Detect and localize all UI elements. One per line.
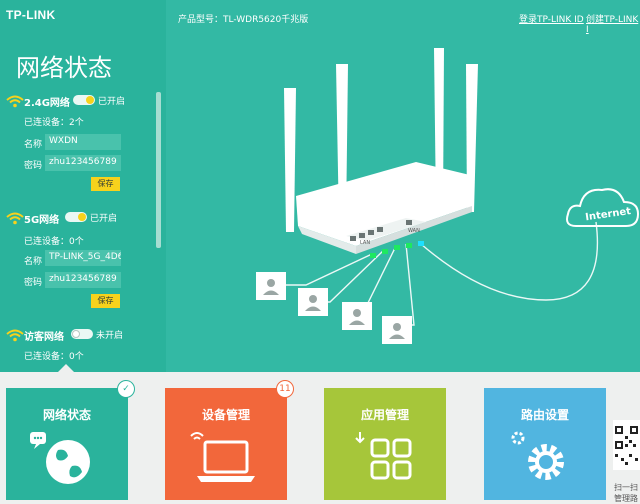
device-count-badge: 11 (276, 380, 294, 398)
lan-label: LAN (360, 240, 370, 246)
router-body (296, 162, 474, 254)
wifi-5g-name: 5G网络 (24, 215, 60, 226)
tile-title: 路由设置 (520, 408, 569, 422)
tile-title: 网络状态 (42, 408, 91, 422)
wifi-5g-toggle-label: 已开启 (90, 214, 118, 224)
gear-icon (511, 431, 564, 480)
create-tplink-id-link[interactable]: 创建TP-LINK I (586, 12, 640, 35)
panel-title: 网络状态 (16, 54, 112, 82)
wifi-5g-name-label: 名称 (24, 257, 43, 267)
network-status-panel: TP-LINK 网络状态 2.4G网络 已开启 已连设备：2个 名称 WXDN … (0, 0, 166, 372)
wifi-icon (6, 95, 24, 108)
tile-title: 设备管理 (201, 408, 250, 422)
client-device-2[interactable] (298, 288, 328, 316)
wifi-24g-name-label: 名称 (24, 140, 43, 150)
wifi-24g-name: 2.4G网络 (24, 98, 70, 109)
wifi-5g-password-field[interactable]: zhu123456789 (45, 272, 121, 288)
tile-device-management[interactable]: 设备管理 11 (165, 380, 294, 500)
selected-check-icon: ✓ (117, 380, 135, 398)
guest-network-toggle[interactable] (71, 329, 93, 339)
apps-grid-icon (355, 432, 412, 480)
topology-area: LAN WAN Internet 产品型号：TL-WDR5620千兆版 登录TP… (166, 0, 640, 372)
wifi-5g-save-button[interactable]: 保存 (91, 294, 120, 308)
client-device-1[interactable] (256, 272, 286, 300)
login-tplink-id-link[interactable]: 登录TP-LINK ID (519, 12, 584, 25)
wifi-5g-name-field[interactable]: TP-LINK_5G_4D62 (45, 250, 121, 266)
tile-app-management[interactable]: 应用管理 (324, 388, 446, 500)
tp-link-logo: TP-LINK (6, 8, 56, 22)
wifi-icon (6, 329, 24, 342)
wifi-5g-device-count: 已连设备：0个 (24, 237, 84, 247)
tile-network-status[interactable]: 网络状态 ✓ (6, 380, 135, 500)
wifi-5g-section: 5G网络 已开启 已连设备：0个 名称 TP-LINK_5G_4D62 密码 z… (0, 211, 160, 321)
guest-network-toggle-label: 未开启 (96, 331, 124, 341)
wifi-icon (6, 212, 24, 225)
wifi-24g-password-field[interactable]: zhu123456789 (45, 155, 121, 171)
wifi-24g-password-label: 密码 (24, 161, 43, 171)
tile-title: 应用管理 (360, 408, 409, 422)
guest-network-name: 访客网络 (24, 332, 64, 343)
tile-router-settings[interactable]: 路由设置 (484, 388, 606, 500)
client-device-4[interactable] (382, 316, 412, 344)
wifi-24g-toggle-label: 已开启 (98, 97, 126, 107)
guest-network-device-count: 已连设备：0个 (24, 352, 84, 362)
wifi-24g-save-button[interactable]: 保存 (91, 177, 120, 191)
guest-network-section: 访客网络 未开启 已连设备：0个 (0, 328, 160, 368)
qr-code-icon (613, 420, 640, 470)
wifi-24g-toggle[interactable] (73, 95, 95, 105)
panel-pointer (58, 364, 74, 372)
globe-icon (30, 432, 90, 484)
wan-label: WAN (408, 228, 420, 234)
wifi-24g-name-field[interactable]: WXDN (45, 134, 121, 150)
qr-caption-line2: 管理路 (614, 494, 638, 503)
wifi-5g-toggle[interactable] (65, 212, 87, 222)
internet-label: Internet (585, 206, 632, 223)
product-model: 产品型号：TL-WDR5620千兆版 (178, 15, 309, 25)
qr-caption-line1: 扫一扫 (614, 483, 638, 492)
laptop-icon (190, 432, 255, 482)
client-device-3[interactable] (342, 302, 372, 330)
network-diagram: LAN WAN Internet (256, 48, 640, 344)
wifi-24g-section: 2.4G网络 已开启 已连设备：2个 名称 WXDN 密码 zhu1234567… (0, 94, 160, 204)
wifi-24g-device-count: 已连设备：2个 (24, 118, 84, 128)
wifi-5g-password-label: 密码 (24, 278, 43, 288)
